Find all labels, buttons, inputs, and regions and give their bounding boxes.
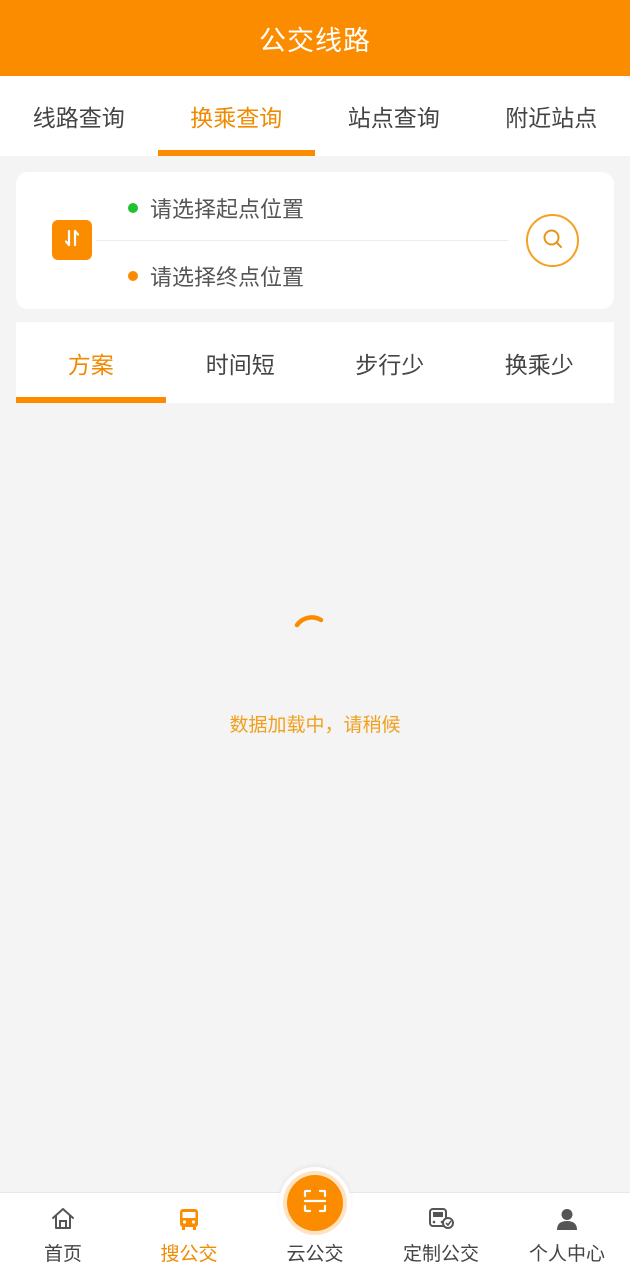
page-title: 公交线路 [259,25,371,57]
home-icon [49,1205,77,1233]
nav-profile-label: 个人中心 [528,1243,605,1265]
app-header: 公交线路 [0,0,630,76]
nav-cloud-bus-label: 云公交 [286,1243,344,1265]
search-button[interactable] [526,214,579,267]
loading-text: 数据加载中，请稍候 [229,714,401,736]
swap-locations-button[interactable] [52,220,92,260]
start-location-placeholder: 请选择起点位置 [150,198,305,223]
nav-search-bus[interactable]: 搜公交 [126,1193,252,1280]
end-location-field[interactable]: 请选择终点位置 [128,260,304,292]
nav-search-bus-label: 搜公交 [160,1243,218,1265]
start-dot-icon [128,203,138,213]
top-tab-bar: 线路查询 换乘查询 站点查询 附近站点 [0,76,630,156]
scan-icon [301,1187,329,1219]
tab-least-walking[interactable]: 步行少 [315,322,465,403]
end-location-placeholder: 请选择终点位置 [150,266,305,291]
tab-route-query[interactable]: 线路查询 [0,76,158,156]
user-icon [553,1205,581,1233]
nav-custom-bus-label: 定制公交 [402,1243,479,1265]
loading-spinner-icon [285,612,335,662]
plan-tab-bar: 方案 时间短 步行少 换乘少 [16,322,614,403]
tab-station-query[interactable]: 站点查询 [315,76,473,156]
nav-home-label: 首页 [43,1243,82,1265]
tab-nearby-stations[interactable]: 附近站点 [473,76,630,156]
swap-vertical-icon [61,227,83,253]
nav-home[interactable]: 首页 [0,1193,126,1280]
tab-transfer-query[interactable]: 换乘查询 [157,76,316,156]
custom-bus-icon [427,1205,455,1233]
nav-custom-bus[interactable]: 定制公交 [378,1193,504,1280]
start-location-field[interactable]: 请选择起点位置 [128,192,304,224]
cloud-bus-scan-button[interactable] [279,1167,351,1239]
nav-cloud-bus[interactable]: 云公交 [252,1167,378,1280]
route-search-card: 请选择起点位置 请选择终点位置 [16,172,614,309]
nav-profile[interactable]: 个人中心 [504,1193,630,1280]
tab-shortest-time[interactable]: 时间短 [166,322,316,403]
bottom-nav: 首页 搜公交 云公交 定制公交 个人中心 [0,1167,630,1280]
location-divider [96,240,508,241]
tab-fewest-transfers[interactable]: 换乘少 [465,322,615,403]
search-icon [541,227,565,255]
bus-icon [175,1205,203,1233]
tab-plan[interactable]: 方案 [16,322,166,403]
end-dot-icon [128,271,138,281]
